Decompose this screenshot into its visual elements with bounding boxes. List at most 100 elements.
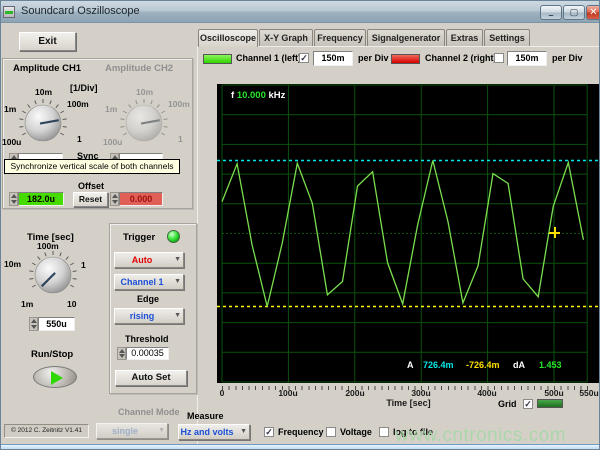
x-axis-ticks [222,386,588,390]
tab-oscilloscope[interactable]: Oscilloscope [198,29,258,47]
edge-label: Edge [137,294,159,304]
freq-unit: kHz [269,90,286,101]
window-title: Soundcard Oszilloscope [21,5,140,17]
offset-reset-button[interactable]: Reset [73,192,108,207]
channel2-color-swatch [391,54,420,64]
chevron-down-icon: ▼ [158,427,165,434]
time-knob[interactable] [27,249,79,301]
trigger-mode-value: Auto [115,255,169,265]
channel2-label: Channel 2 (right) [425,53,497,63]
title-bar[interactable]: Soundcard Oszilloscope – ▢ ✕ [1,1,600,23]
meas-da-label: dA [513,360,525,370]
time-tick-10: 10 [67,299,76,309]
amplitude-ch1-title: Amplitude CH1 [13,63,81,74]
knob-face [118,97,170,149]
grid-color-swatch[interactable] [537,399,563,408]
exit-button[interactable]: Exit [19,32,76,51]
time-value-spinner[interactable] [29,317,38,331]
chevron-down-icon: ▼ [240,428,247,435]
time-value-field[interactable]: 550u [38,317,75,331]
offset-ch2-field: 0.000 [119,192,163,206]
amp1-tick-1: 1 [77,134,82,144]
channel1-scale-field[interactable]: 150m [313,51,353,66]
time-tick-10m: 10m [4,259,21,269]
app-icon [3,6,15,18]
amp1-tick-100m: 100m [67,99,89,109]
trigger-edge-dropdown[interactable]: rising ▼ [114,308,184,324]
trigger-source-dropdown[interactable]: Channel 1 ▼ [114,274,184,290]
x-tick-400u: 400u [477,388,496,398]
measure-mode-dropdown[interactable]: Hz and volts ▼ [178,424,250,440]
watermark-text: www.cntronics.com [395,425,566,447]
tab-signalgenerator[interactable]: Signalgenerator [367,29,445,46]
sync-tooltip: Synchronize vertical scale of both chann… [4,159,180,174]
time-tick-1: 1 [81,260,86,270]
channel2-scale-field[interactable]: 150m [507,51,547,66]
tab-xy-graph[interactable]: X-Y Graph [259,29,313,46]
log-to-file-checkbox[interactable] [379,427,389,437]
voltage-checkbox-label: Voltage [340,427,372,437]
amp2-tick-1: 1 [178,134,183,144]
freq-value: 10.000 [237,90,266,101]
offset-ch1-field[interactable]: 182.0u [18,192,64,206]
waveform-canvas [217,84,600,383]
close-button[interactable]: ✕ [586,5,600,20]
grid-checkbox[interactable]: ✓ [523,399,533,409]
amplitude-ch2-title: Amplitude CH2 [105,63,173,74]
scope-plot[interactable]: f 10.000 kHz A 726.4m -726.4m dA 1.453 [217,84,600,383]
meas-da-value: 1.453 [539,360,562,370]
threshold-spinner[interactable] [117,347,126,360]
amp1-tick-10m: 10m [35,87,52,97]
amp2-tick-10m: 10m [136,87,153,97]
meas-min: -726.4m [466,360,500,370]
maximize-button[interactable]: ▢ [563,5,585,20]
amplitude-ch1-knob[interactable] [17,97,69,149]
trigger-led [167,230,180,243]
knob-face [17,97,69,149]
chevron-down-icon: ▼ [174,256,181,263]
trigger-title: Trigger [123,232,155,243]
minimize-icon: – [541,6,561,19]
threshold-field[interactable]: 0.00035 [126,347,169,360]
close-icon: ✕ [587,6,600,19]
x-tick-0: 0 [220,388,225,398]
channel2-scale-checkbox[interactable] [494,53,504,63]
amp1-tick-100u: 100u [2,137,21,147]
tab-frequency[interactable]: Frequency [314,29,366,46]
runstop-button[interactable] [33,366,77,388]
meas-max: 726.4m [423,360,454,370]
frequency-checkbox[interactable]: ✓ [264,427,274,437]
frequency-checkbox-label: Frequency [278,427,324,437]
tab-settings[interactable]: Settings [484,29,530,46]
tab-extras[interactable]: Extras [446,29,483,46]
grid-label: Grid [498,399,517,409]
measure-title: Measure [187,411,224,421]
voltage-checkbox[interactable] [326,427,336,437]
amplitude-ch2-knob [118,97,170,149]
offset-title: Offset [78,181,104,191]
trigger-mode-dropdown[interactable]: Auto ▼ [114,252,184,268]
x-tick-200u: 200u [345,388,364,398]
channel1-label: Channel 1 (left) [236,53,301,63]
offset-ch1-spinner[interactable] [9,192,18,206]
x-tick-500u: 500u [544,388,563,398]
threshold-label: Threshold [125,334,169,344]
offset-ch2-spinner [110,192,119,206]
play-icon [51,371,63,385]
minimize-button[interactable]: – [540,5,562,20]
x-tick-100u: 100u [278,388,297,398]
channel1-color-swatch [203,54,232,64]
knob-face [27,249,79,301]
channel-mode-dropdown: single ▼ [96,423,168,439]
x-tick-300u: 300u [411,388,430,398]
time-tick-100m: 100m [37,241,59,251]
channel1-scale-checkbox[interactable]: ✓ [299,53,309,63]
time-tick-1m: 1m [21,299,33,309]
copyright-text: © 2012 C. Zeitnitz V1.41 [4,424,89,438]
app-window: Soundcard Oszilloscope – ▢ ✕ Exit Oscill… [0,0,600,450]
frequency-readout: f 10.000 kHz [231,90,285,101]
autoset-button[interactable]: Auto Set [115,370,187,386]
trigger-edge-value: rising [115,311,169,321]
plot-cursor-icon[interactable] [549,227,560,238]
channel2-per-div-label: per Div [552,53,583,63]
